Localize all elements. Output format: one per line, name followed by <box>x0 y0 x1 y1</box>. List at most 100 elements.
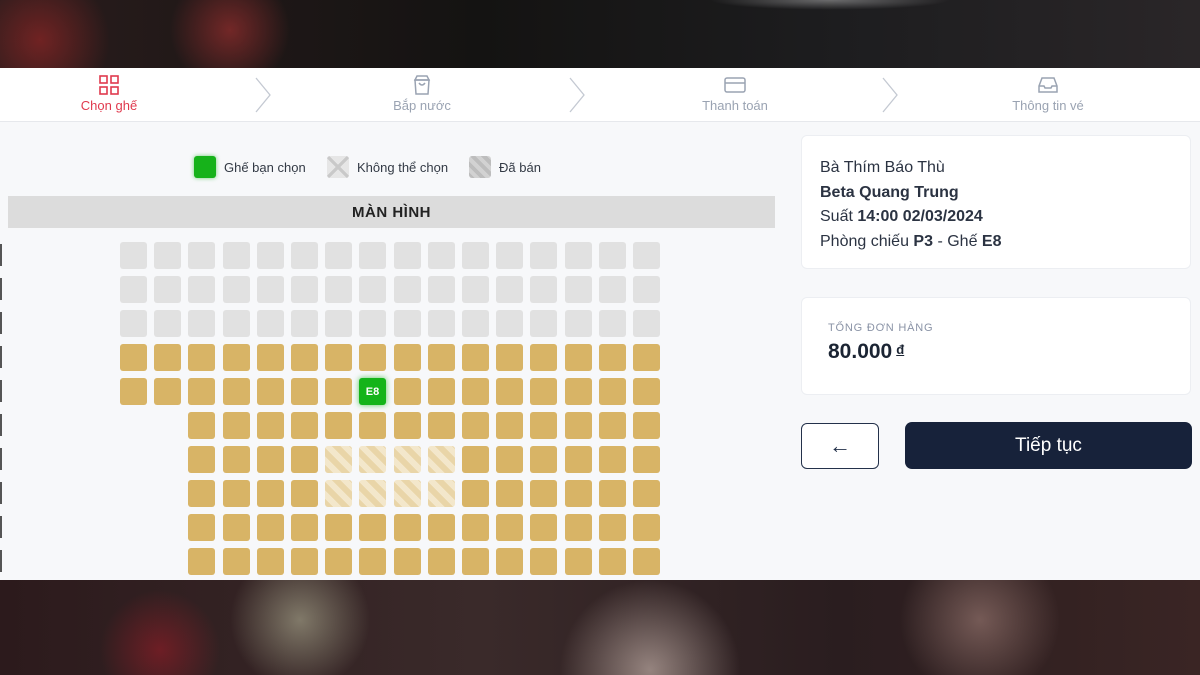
seat[interactable] <box>394 344 421 371</box>
seat[interactable] <box>462 344 489 371</box>
seat[interactable] <box>633 276 660 303</box>
seat[interactable] <box>394 310 421 337</box>
seat-selected[interactable]: E8 <box>359 378 386 405</box>
seat[interactable] <box>394 548 421 575</box>
seat[interactable] <box>257 242 284 269</box>
seat[interactable] <box>565 446 592 473</box>
seat[interactable] <box>496 378 523 405</box>
seat[interactable] <box>394 242 421 269</box>
seat[interactable] <box>496 242 523 269</box>
seat[interactable] <box>291 412 318 439</box>
seat[interactable] <box>599 480 626 507</box>
seat[interactable] <box>565 310 592 337</box>
seat[interactable] <box>462 276 489 303</box>
seat[interactable] <box>633 310 660 337</box>
seat[interactable] <box>257 548 284 575</box>
seat[interactable] <box>428 242 455 269</box>
seat[interactable] <box>530 344 557 371</box>
seat[interactable] <box>462 446 489 473</box>
seat[interactable] <box>530 378 557 405</box>
seat[interactable] <box>462 242 489 269</box>
seat[interactable] <box>599 412 626 439</box>
seat[interactable] <box>257 412 284 439</box>
seat[interactable] <box>394 276 421 303</box>
seat[interactable] <box>428 378 455 405</box>
seat[interactable] <box>428 276 455 303</box>
seat[interactable] <box>565 514 592 541</box>
step-snacks[interactable]: Bắp nước <box>352 74 492 118</box>
seat[interactable] <box>428 548 455 575</box>
seat[interactable] <box>188 276 215 303</box>
seat[interactable] <box>530 242 557 269</box>
seat[interactable] <box>154 276 181 303</box>
seat[interactable] <box>223 276 250 303</box>
seat[interactable] <box>394 412 421 439</box>
seat[interactable] <box>428 310 455 337</box>
seat[interactable] <box>291 548 318 575</box>
seat[interactable] <box>325 242 352 269</box>
seat[interactable] <box>530 480 557 507</box>
seat[interactable] <box>462 514 489 541</box>
seat[interactable] <box>325 514 352 541</box>
seat[interactable] <box>496 446 523 473</box>
seat[interactable] <box>223 480 250 507</box>
seat[interactable] <box>223 446 250 473</box>
seat[interactable] <box>291 446 318 473</box>
seat[interactable] <box>257 276 284 303</box>
seat[interactable] <box>496 412 523 439</box>
step-payment[interactable]: Thanh toán <box>665 74 805 118</box>
seat[interactable] <box>188 412 215 439</box>
seat[interactable] <box>154 242 181 269</box>
seat[interactable] <box>633 514 660 541</box>
seat[interactable] <box>120 242 147 269</box>
seat[interactable] <box>633 378 660 405</box>
seat[interactable] <box>359 276 386 303</box>
step-ticket-info[interactable]: Thông tin vé <box>978 74 1118 118</box>
seat[interactable] <box>496 514 523 541</box>
seat[interactable] <box>359 310 386 337</box>
seat[interactable] <box>325 412 352 439</box>
seat[interactable] <box>257 480 284 507</box>
seat[interactable] <box>257 378 284 405</box>
seat[interactable] <box>496 344 523 371</box>
seat[interactable] <box>633 480 660 507</box>
seat[interactable] <box>257 446 284 473</box>
seat[interactable] <box>325 344 352 371</box>
seat[interactable] <box>599 242 626 269</box>
seat[interactable] <box>223 344 250 371</box>
seat[interactable] <box>291 378 318 405</box>
seat[interactable] <box>291 514 318 541</box>
seat[interactable] <box>565 548 592 575</box>
seat[interactable] <box>530 446 557 473</box>
seat[interactable] <box>428 344 455 371</box>
seat[interactable] <box>394 514 421 541</box>
seat[interactable] <box>530 276 557 303</box>
seat[interactable] <box>325 548 352 575</box>
seat[interactable] <box>188 242 215 269</box>
seat[interactable] <box>565 344 592 371</box>
seat[interactable] <box>291 310 318 337</box>
seat[interactable] <box>120 344 147 371</box>
seat[interactable] <box>530 412 557 439</box>
seat[interactable] <box>462 548 489 575</box>
seat[interactable] <box>223 242 250 269</box>
seat[interactable] <box>257 310 284 337</box>
seat[interactable] <box>633 242 660 269</box>
back-button[interactable]: ← <box>801 423 879 469</box>
seat[interactable] <box>633 548 660 575</box>
seat[interactable] <box>633 344 660 371</box>
seat[interactable] <box>325 310 352 337</box>
seat[interactable] <box>291 480 318 507</box>
seat[interactable] <box>599 276 626 303</box>
seat[interactable] <box>599 514 626 541</box>
seat[interactable] <box>120 276 147 303</box>
seat[interactable] <box>462 412 489 439</box>
seat[interactable] <box>496 480 523 507</box>
seat[interactable] <box>599 446 626 473</box>
seat[interactable] <box>257 514 284 541</box>
seat[interactable] <box>325 276 352 303</box>
seat[interactable] <box>291 344 318 371</box>
seat[interactable] <box>223 310 250 337</box>
seat[interactable] <box>462 310 489 337</box>
seat[interactable] <box>462 480 489 507</box>
